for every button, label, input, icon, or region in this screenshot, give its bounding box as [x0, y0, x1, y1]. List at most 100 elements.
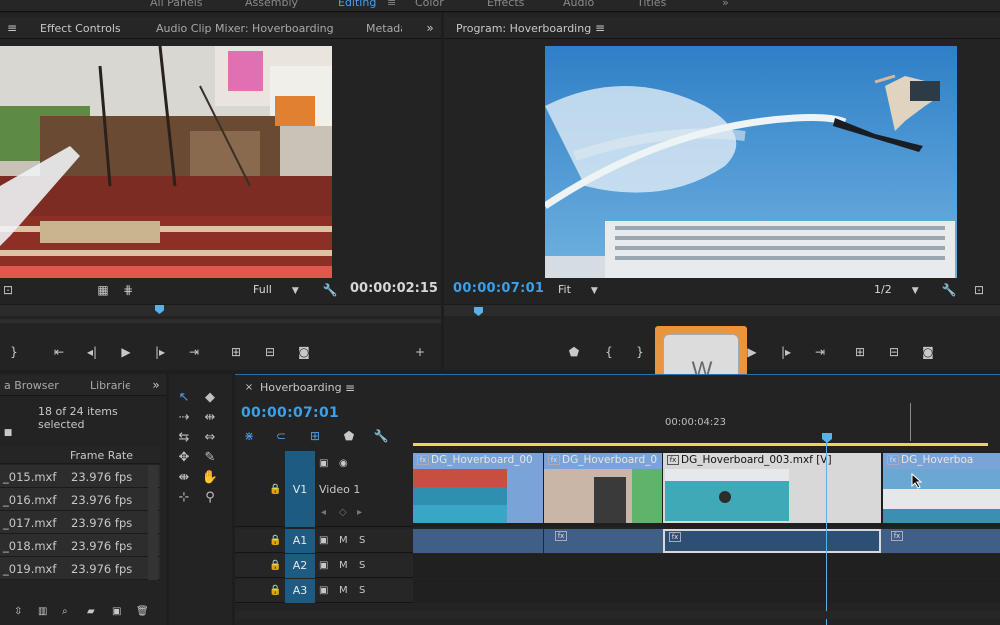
step-forward-icon[interactable]: |▸	[778, 345, 794, 359]
search-icon[interactable]: ⌕	[62, 606, 68, 617]
rate-stretch-tool-icon[interactable]: ⇆	[175, 430, 193, 446]
workspace-overflow-icon[interactable]: »	[722, 0, 729, 9]
workspace-tab-effects[interactable]: Effects	[487, 0, 524, 9]
list-item[interactable]: _019.mxf 23.976 fps	[0, 557, 160, 580]
list-item[interactable]: _018.mxf 23.976 fps	[0, 534, 160, 557]
column-frame-rate[interactable]: Frame Rate	[70, 449, 133, 462]
workspace-menu-icon[interactable]: ≡	[387, 0, 396, 9]
lift-icon[interactable]: ⊞	[852, 345, 868, 359]
rolling-edit-tool-icon[interactable]: ⇔	[201, 430, 219, 446]
pen-tool-icon[interactable]: ✎	[201, 450, 219, 466]
razor-tool-icon[interactable]: ◆	[201, 390, 219, 406]
fx-badge[interactable]: fx	[417, 455, 429, 465]
camera-icon[interactable]: ◙	[296, 345, 312, 359]
track-target-v1[interactable]: V1	[285, 451, 315, 527]
new-item-icon[interactable]: ▣	[112, 606, 121, 617]
add-marker-icon[interactable]: ⬟	[566, 345, 582, 359]
solo-button[interactable]: S	[359, 535, 365, 546]
tab-audio-clip-mixer[interactable]: Audio Clip Mixer: Hoverboarding	[156, 22, 334, 35]
track-name-video-1[interactable]: Video 1	[319, 483, 360, 496]
mark-in-icon[interactable]: {	[601, 345, 617, 359]
track-target-a1[interactable]: A1	[285, 529, 315, 553]
clip-dg-hoverboard-003[interactable]: fx DG_Hoverboard_003.mxf [V]	[663, 453, 881, 523]
zoom-tool-icon[interactable]: ⚲	[201, 490, 219, 506]
audio-track-a1[interactable]: fx fx fx	[413, 529, 1000, 553]
slip-tool-icon[interactable]: ✥	[175, 450, 193, 466]
fx-badge[interactable]: fx	[669, 532, 681, 542]
automate-icon[interactable]: ▥	[38, 606, 47, 617]
drag-video-icon[interactable]: ▦	[95, 283, 111, 297]
new-bin-icon[interactable]: ▰	[87, 606, 95, 617]
fx-badge[interactable]: fx	[555, 531, 567, 541]
insert-icon[interactable]: ⊞	[228, 345, 244, 359]
timeline-playhead-timecode[interactable]: 00:00:07:01	[241, 405, 339, 421]
source-scrub-bar[interactable]	[0, 304, 441, 316]
sort-icon[interactable]: ⇳	[14, 606, 22, 617]
prev-keyframe-icon[interactable]: ◂	[321, 507, 326, 518]
video-track-v1[interactable]: fx DG_Hoverboard_00 fx DG_Hoverboard_0 f…	[413, 451, 1000, 527]
list-item[interactable]: _015.mxf 23.976 fps	[0, 465, 160, 488]
source-zoom-scrollbar[interactable]	[0, 319, 441, 323]
panel-menu-icon[interactable]: ≡	[592, 21, 608, 35]
mark-out-icon[interactable]: }	[6, 345, 22, 359]
panel-overflow-icon[interactable]: »	[422, 21, 438, 35]
clip-dg-hoverboard-004[interactable]: fx DG_Hoverboa	[883, 453, 1000, 523]
workspace-tab-color[interactable]: Color	[415, 0, 444, 9]
settings-wrench-icon[interactable]: 🔧	[322, 283, 338, 297]
fx-badge[interactable]: fx	[887, 455, 899, 465]
close-icon[interactable]: ×	[241, 381, 257, 395]
sync-lock-icon[interactable]: ▣	[319, 535, 328, 546]
track-target-a3[interactable]: A3	[285, 579, 315, 603]
program-scrub-bar[interactable]	[444, 304, 1000, 316]
hand-tool-icon[interactable]: ✋	[201, 470, 219, 486]
timeline-scrollbar[interactable]	[235, 611, 1000, 619]
go-to-out-icon[interactable]: ⇥	[812, 345, 828, 359]
solo-button[interactable]: S	[359, 560, 365, 571]
settings-wrench-icon[interactable]: 🔧	[941, 283, 957, 297]
eye-icon[interactable]: ◉	[339, 458, 348, 469]
time-ruler[interactable]: 00:00:04:23	[413, 403, 1000, 446]
tab-libraries[interactable]: Librarie	[90, 379, 130, 392]
tab-effect-controls[interactable]: Effect Controls	[40, 22, 121, 35]
playhead-line[interactable]	[826, 441, 827, 625]
fx-badge[interactable]: fx	[548, 455, 560, 465]
fx-badge[interactable]: fx	[891, 531, 903, 541]
sequence-tab[interactable]: Hoverboarding	[260, 381, 342, 394]
sync-lock-icon[interactable]: ▣	[319, 560, 328, 571]
mute-button[interactable]: M	[339, 535, 348, 546]
audio-track-a2[interactable]	[413, 554, 1000, 578]
mute-button[interactable]: M	[339, 585, 348, 596]
track-select-tool-icon[interactable]: ⇢	[175, 410, 193, 426]
go-to-out-icon[interactable]: ⇥	[186, 345, 202, 359]
workspace-tab-assembly[interactable]: Assembly	[245, 0, 298, 9]
fx-badge[interactable]: fx	[667, 455, 679, 465]
linked-selection-icon[interactable]: ⊂	[273, 429, 289, 443]
program-playhead-timecode[interactable]: 00:00:07:01	[453, 281, 544, 296]
list-item[interactable]: _016.mxf 23.976 fps	[0, 488, 160, 511]
lock-icon[interactable]: 🔒	[269, 535, 281, 546]
step-back-icon[interactable]: ◂|	[84, 345, 100, 359]
mark-out-icon[interactable]: }	[632, 345, 648, 359]
insert-sequence-icon[interactable]: ⊞	[307, 429, 323, 443]
lock-icon[interactable]: 🔒	[269, 484, 281, 495]
program-zoom-dropdown[interactable]: Fit ▼	[558, 283, 598, 296]
add-keyframe-icon[interactable]: ◇	[339, 507, 347, 518]
tab-media-browser[interactable]: a Browser	[4, 379, 59, 392]
program-monitor-title[interactable]: Program: Hoverboarding	[456, 22, 591, 35]
solo-button[interactable]: S	[359, 585, 365, 596]
project-scrollbar[interactable]	[148, 465, 158, 580]
mute-button[interactable]: M	[339, 560, 348, 571]
lock-icon[interactable]: 🔒	[269, 585, 281, 596]
overwrite-icon[interactable]: ⊟	[262, 345, 278, 359]
workspace-tab-audio[interactable]: Audio	[563, 0, 594, 9]
workspace-tab-editing[interactable]: Editing	[338, 0, 376, 9]
trash-icon[interactable]: 🗑	[136, 606, 149, 617]
track-target-a2[interactable]: A2	[285, 554, 315, 578]
bin-icon[interactable]: ■	[0, 426, 16, 440]
playback-resolution-dropdown[interactable]: 1/2 ▼	[874, 283, 919, 296]
clip-dg-hoverboard-001[interactable]: fx DG_Hoverboard_00	[413, 453, 543, 523]
play-icon[interactable]: ▶	[118, 345, 134, 359]
add-marker-icon[interactable]: ⬟	[341, 429, 357, 443]
workspace-tab-all-panels[interactable]: All Panels	[150, 0, 203, 9]
audio-track-a3[interactable]	[413, 579, 1000, 603]
